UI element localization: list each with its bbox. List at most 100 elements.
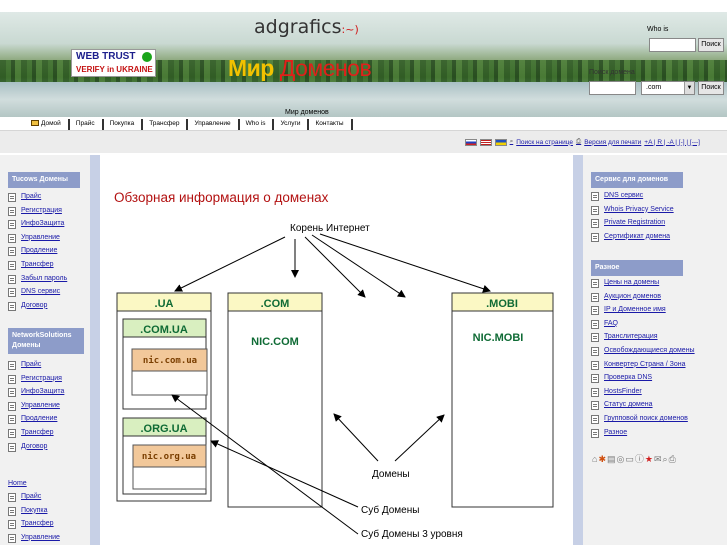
tucows-item[interactable]: Трансфер [8,261,54,270]
tucows-item[interactable]: Договор [8,301,47,311]
misc-item[interactable]: IP и Доменное имя [591,306,666,316]
com-zone-label: .COM [261,298,290,310]
misc-item[interactable]: HostsFinder [591,387,642,397]
page-icon [8,261,16,270]
print-icon[interactable]: ⎙ [669,454,677,464]
home-item[interactable]: Управление [8,533,60,543]
social-icons-row: ⌂✱▤◎▭ⓘ★✉⌕⎙ [592,452,677,465]
domain-search-label: Поиск домена [589,69,635,76]
nic-orgua-label: nic.org.ua [142,451,196,462]
domain-services-header: Сервис для доменов [591,172,683,188]
misc-item[interactable]: Конвертер Страна / Зона [591,360,686,370]
page-icon [8,493,16,502]
nav-services[interactable]: Услуги [272,119,307,130]
page-icon [591,306,599,316]
check-icon [142,52,152,62]
nic-orgua-body [132,466,207,490]
menu-item-label: Договор [21,442,48,450]
tucows-item[interactable]: Регистрация [8,206,62,216]
tucows-item[interactable]: DNS сервис [8,288,60,298]
nav-buy[interactable]: Покупка [101,119,142,130]
ns-item[interactable]: ИнфоЗащита [8,388,64,398]
page-icon [8,274,16,284]
monitor-icon[interactable]: ▭ [625,454,635,464]
menu-item-label: Регистрация [21,206,62,214]
page-icon [8,520,16,530]
info-icon[interactable]: ⓘ [635,454,645,464]
misc-item[interactable]: Проверка DNS [591,374,652,384]
service-item[interactable]: Сертификат домена [591,232,670,242]
rss-icon[interactable]: ✱ [598,454,607,464]
menu-item-label: Продление [21,247,58,255]
misc-item[interactable]: Групповой поиск доменов [591,415,688,424]
nav-end-divider [350,119,366,130]
ns-item[interactable]: Регистрация [8,374,62,384]
webtrust-badge[interactable]: WEB TRUST VERIFY in UKRAINE [71,49,156,77]
page-icon [8,220,16,230]
font-size-controls[interactable]: +A | R | -A | [-] | [---] [644,139,700,146]
service-item[interactable]: Private Registration [591,219,665,229]
ns-item[interactable]: Трансфер [8,429,54,438]
domain-search-input[interactable] [589,81,636,95]
service-item[interactable]: DNS сервис [591,192,643,201]
flag-us-icon[interactable] [479,138,492,146]
ns-item[interactable]: Договор [8,442,48,452]
page-icon [8,429,16,438]
nic-com-label: NIC.COM [251,336,299,348]
page-icon [591,192,599,201]
domain-search-button[interactable]: Поиск [698,81,724,95]
menu-item-label: Прайс [21,493,42,500]
networksolutions-menu-header: NetworkSolutions Домены [8,328,84,354]
page-icon [591,374,599,384]
nav-price[interactable]: Прайс [67,119,102,130]
misc-item[interactable]: Цены на домены [591,279,659,288]
ns-item[interactable]: Управление [8,401,60,411]
flag-ua-icon[interactable] [494,138,507,146]
tucows-item[interactable]: ИнфоЗащита [8,220,64,230]
mail-icon[interactable]: ✉ [654,454,663,464]
print-link[interactable]: Версия для печати [584,139,641,146]
misc-item[interactable]: Транслитерация [591,333,658,343]
nav-transfer[interactable]: Трансфер [141,119,186,130]
comua-label: .COM.UA [140,324,188,336]
mobi-zone-label: .MOBI [486,298,518,310]
nav-whois[interactable]: Who is [237,119,273,130]
home-item[interactable]: Прайс [8,493,42,502]
misc-item[interactable]: Освобождающиеся домены [591,347,695,356]
com-zone-box [227,292,323,508]
tucows-item[interactable]: Управление [8,233,60,243]
nav-home[interactable]: Домой [25,119,68,130]
home-item[interactable]: Трансфер [8,520,54,530]
home-item[interactable]: Покупка [8,506,48,516]
page-icon [591,205,599,215]
menu-item-label: Аукцион доменов [604,292,661,300]
misc-item[interactable]: Статус домена [591,401,653,411]
search-page-link[interactable]: Поиск на странице [516,139,573,146]
home-link[interactable]: Home [8,480,27,487]
site-logo[interactable]: adgrafics:~) [254,16,359,38]
misc-item[interactable]: Аукцион доменов [591,292,661,302]
tucows-item[interactable]: Продление [8,247,58,257]
print-icon: ⎙ [576,138,582,145]
page-icon [8,361,16,370]
whois-input[interactable] [649,38,696,52]
misc-item[interactable]: Разное [591,428,628,438]
zone-select[interactable]: .com ▼ [641,81,695,95]
nav-contacts[interactable]: Контакты [307,119,350,130]
whois-search-button[interactable]: Поиск [698,38,724,52]
bookmark-icon[interactable]: ▤ [607,454,617,464]
menu-item-label: Статус домена [604,401,653,409]
ns-item[interactable]: Прайс [8,361,41,370]
star-icon[interactable]: ★ [645,454,654,464]
flag-ru-icon[interactable] [464,138,477,146]
ns-item[interactable]: Продление [8,415,57,425]
whois-label: Who is [647,26,669,33]
tucows-item[interactable]: Прайс [8,193,41,202]
subdomains-label: Суб Домены [361,504,419,516]
tucows-item[interactable]: Забыл пароль [8,274,67,284]
menu-item-label: Разное [604,428,628,436]
nav-manage[interactable]: Управление [186,119,237,130]
menu-item-label: Покупка [21,506,48,514]
misc-item[interactable]: FAQ [591,319,618,329]
service-item[interactable]: Whois Privacy Service [591,205,674,215]
